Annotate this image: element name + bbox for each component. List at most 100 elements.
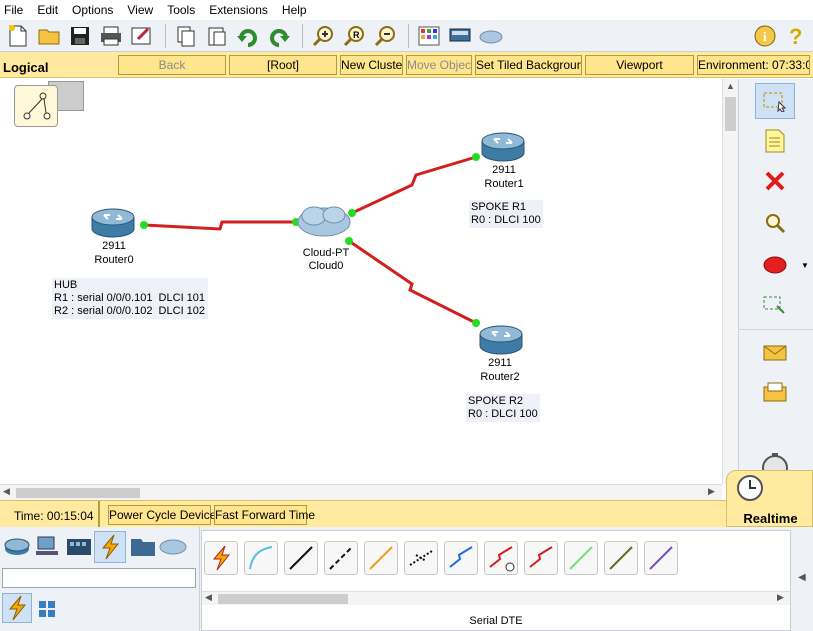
menu-file[interactable]: File xyxy=(4,3,23,17)
set-tiled-background-button[interactable]: Set Tiled Background xyxy=(475,55,582,75)
logical-workspace[interactable]: 2911 Router0 2911 Router1 2911 Router2 C… xyxy=(0,79,722,484)
fiber-icon[interactable] xyxy=(364,541,398,575)
scroll-up-icon[interactable]: ▲ xyxy=(726,81,735,91)
add-complex-pdu-icon[interactable] xyxy=(757,375,793,411)
open-folder-icon[interactable] xyxy=(35,22,63,50)
vertical-scroll-thumb[interactable] xyxy=(725,97,736,131)
serial-dce-icon[interactable] xyxy=(484,541,518,575)
draw-ellipse-icon[interactable] xyxy=(757,247,793,283)
port-indicator xyxy=(345,237,353,245)
copper-cross-over-icon[interactable] xyxy=(324,541,358,575)
paste-icon[interactable] xyxy=(203,22,231,50)
scroll-right-icon[interactable]: ▶ xyxy=(777,592,784,603)
iot-custom-cable-icon[interactable] xyxy=(604,541,638,575)
phone-cable-icon[interactable] xyxy=(404,541,438,575)
horizontal-scroll-thumb[interactable] xyxy=(16,488,140,498)
status-divider xyxy=(98,501,100,528)
note-line: SPOKE R1 xyxy=(471,201,527,213)
horizontal-scrollbar[interactable]: ◀ ▶ xyxy=(0,484,722,500)
router2-name: Router2 xyxy=(480,371,520,383)
network-devices-icon[interactable] xyxy=(3,533,31,564)
usb-cable-icon[interactable] xyxy=(644,541,678,575)
print-icon[interactable] xyxy=(97,22,125,50)
router0-device[interactable] xyxy=(90,207,136,238)
zoom-in-icon[interactable] xyxy=(309,22,337,50)
components-icon[interactable] xyxy=(65,533,93,564)
collapse-panel-icon[interactable]: ◀ xyxy=(798,572,806,583)
connections-subtype-icon[interactable] xyxy=(2,593,32,623)
scroll-right-icon[interactable]: ▶ xyxy=(708,486,715,497)
serial-dte-icon[interactable] xyxy=(524,541,558,575)
place-note-icon[interactable] xyxy=(757,123,793,159)
root-button[interactable]: [Root] xyxy=(229,55,337,75)
router-icon xyxy=(91,208,135,238)
note-line: SPOKE R2 xyxy=(468,395,524,407)
undo-icon[interactable] xyxy=(234,22,262,50)
menu-tools[interactable]: Tools xyxy=(167,3,195,17)
grid-icon[interactable] xyxy=(38,600,56,621)
automatic-connection-icon[interactable] xyxy=(204,541,238,575)
activity-wizard-icon[interactable] xyxy=(128,22,156,50)
toolbar-separator xyxy=(302,23,303,48)
environment-button[interactable]: Environment: 07:33:00 xyxy=(697,55,810,75)
back-button[interactable]: Back xyxy=(118,55,226,75)
redo-icon[interactable] xyxy=(265,22,293,50)
logical-physical-toggle[interactable] xyxy=(14,79,84,127)
menu-extensions[interactable]: Extensions xyxy=(209,3,268,17)
cloud-icon[interactable] xyxy=(477,22,505,50)
clock-icon xyxy=(737,475,763,501)
custom-device-icon[interactable] xyxy=(446,22,474,50)
menu-edit[interactable]: Edit xyxy=(37,3,58,17)
add-simple-pdu-icon[interactable] xyxy=(757,335,793,371)
palette-divider xyxy=(739,329,813,330)
note-line: HUB xyxy=(54,279,78,291)
spoke2-note[interactable]: SPOKE R2 R0 : DLCI 100 xyxy=(466,394,540,422)
help-icon[interactable]: ? xyxy=(782,22,810,50)
coaxial-icon[interactable] xyxy=(444,541,478,575)
cloud0-model: Cloud-PT xyxy=(302,247,350,259)
vertical-scrollbar[interactable]: ▲ xyxy=(722,79,738,484)
menu-view[interactable]: View xyxy=(127,3,153,17)
scroll-left-icon[interactable]: ◀ xyxy=(3,486,10,497)
router1-name: Router1 xyxy=(484,178,524,190)
realtime-mode-tab[interactable]: Realtime xyxy=(726,470,813,527)
inspect-icon[interactable] xyxy=(757,205,793,241)
spoke1-note[interactable]: SPOKE R1 R0 : DLCI 100 xyxy=(469,200,543,228)
multiuser-cloud-icon[interactable] xyxy=(158,535,188,560)
shape-dropdown-icon[interactable]: ▼ xyxy=(801,261,809,270)
copy-icon[interactable] xyxy=(172,22,200,50)
end-devices-icon[interactable] xyxy=(34,533,62,564)
device-search-input[interactable] xyxy=(2,568,196,588)
router1-device[interactable] xyxy=(480,131,526,162)
save-icon[interactable] xyxy=(66,22,94,50)
new-file-icon[interactable] xyxy=(4,22,32,50)
connections-category-icon[interactable] xyxy=(94,531,126,563)
move-object-button[interactable]: Move Object xyxy=(406,55,472,75)
resize-shape-icon[interactable] xyxy=(757,287,793,323)
palette-icon[interactable] xyxy=(415,22,443,50)
connection-scroll-thumb[interactable] xyxy=(218,594,348,604)
main-toolbar: R i ? xyxy=(0,20,813,52)
router2-model: 2911 xyxy=(488,357,512,369)
menu-options[interactable]: Options xyxy=(72,3,113,17)
miscellaneous-icon[interactable] xyxy=(129,533,157,564)
viewport-button[interactable]: Viewport xyxy=(585,55,694,75)
realtime-label: Realtime xyxy=(743,511,798,526)
power-cycle-devices-button[interactable]: Power Cycle Devices xyxy=(108,505,222,525)
select-icon[interactable] xyxy=(755,83,795,119)
zoom-out-icon[interactable] xyxy=(371,22,399,50)
connection-hscrollbar[interactable]: ◀ ▶ xyxy=(202,591,790,605)
logical-view-label[interactable]: Logical xyxy=(3,60,49,75)
router2-device[interactable] xyxy=(478,324,524,355)
delete-icon[interactable] xyxy=(757,163,793,199)
fast-forward-time-button[interactable]: Fast Forward Time xyxy=(214,505,315,525)
info-icon[interactable]: i xyxy=(751,22,779,50)
copper-straight-through-icon[interactable] xyxy=(284,541,318,575)
console-cable-icon[interactable] xyxy=(244,541,278,575)
scroll-left-icon[interactable]: ◀ xyxy=(205,592,212,603)
menu-help[interactable]: Help xyxy=(282,3,307,17)
octal-cable-icon[interactable] xyxy=(564,541,598,575)
hub-note[interactable]: HUB R1 : serial 0/0/0.101 DLCI 101 R2 : … xyxy=(52,278,208,319)
new-cluster-button[interactable]: New Cluster xyxy=(340,55,403,75)
zoom-reset-icon[interactable]: R xyxy=(340,22,368,50)
